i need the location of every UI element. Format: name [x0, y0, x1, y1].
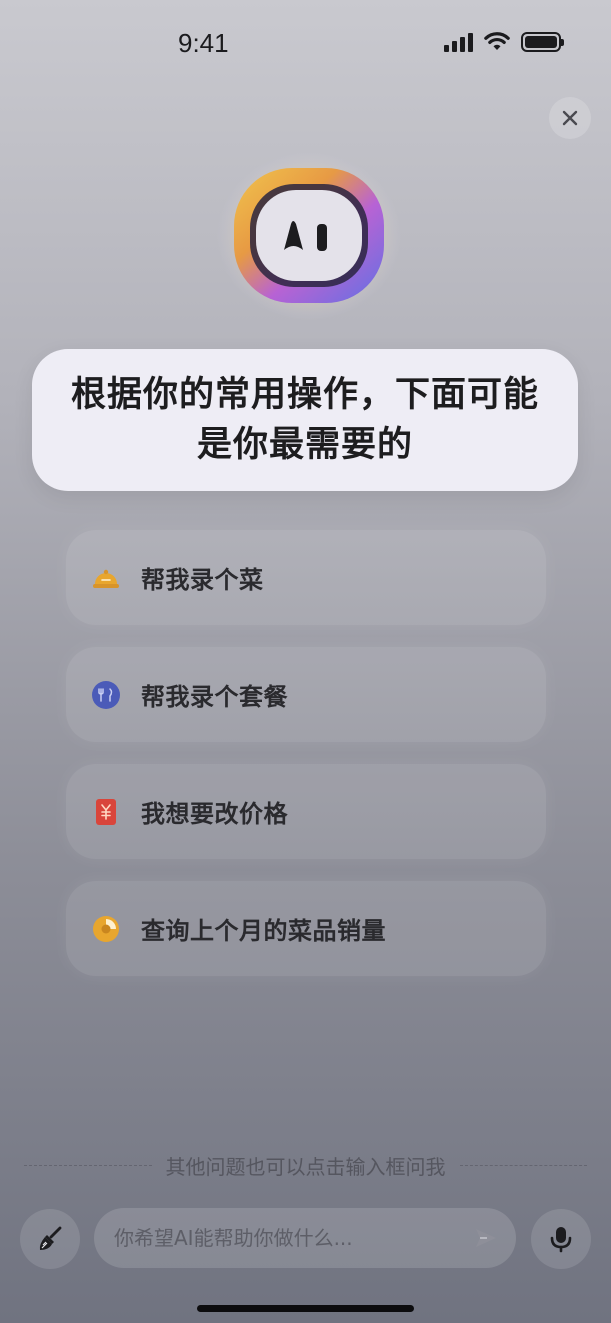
wifi-icon [484, 32, 510, 50]
voice-input-button[interactable] [531, 1209, 591, 1269]
dish-cloche-icon [91, 563, 121, 593]
assistant-message-bubble: 根据你的常用操作，下面可能 是你最需要的 [32, 349, 578, 491]
suggestion-add-combo[interactable]: 帮我录个套餐 [66, 647, 546, 742]
broom-icon [39, 1226, 62, 1250]
status-icons [444, 32, 564, 52]
microphone-icon [550, 1227, 572, 1253]
suggestion-add-dish[interactable]: 帮我录个菜 [66, 530, 546, 625]
cellular-signal-icon [444, 32, 473, 52]
ai-avatar: AI [214, 148, 404, 323]
clear-chat-button[interactable] [20, 1209, 80, 1269]
close-button[interactable] [549, 97, 591, 139]
status-bar: 9:41 [0, 0, 611, 90]
chat-input-box[interactable] [94, 1208, 516, 1268]
suggestion-query-sales[interactable]: 查询上个月的菜品销量 [66, 881, 546, 976]
message-line-1: 根据你的常用操作，下面可能 [70, 375, 539, 415]
input-hint-divider: 其他问题也可以点击输入框问我 [24, 1152, 587, 1179]
ai-logo-icon [217, 152, 401, 320]
suggestion-change-price[interactable]: 我想要改价格 [66, 764, 546, 859]
battery-icon [521, 32, 564, 52]
close-icon [562, 110, 578, 126]
send-icon [476, 1229, 496, 1247]
chat-input[interactable] [114, 1226, 472, 1250]
suggestion-label: 我想要改价格 [141, 800, 288, 828]
suggestion-label: 帮我录个菜 [141, 566, 264, 594]
divider-line [24, 1164, 152, 1166]
status-time: 9:41 [178, 28, 229, 58]
price-tag-icon [91, 797, 121, 827]
assistant-message-text: 根据你的常用操作，下面可能 是你最需要的 [71, 370, 539, 470]
suggestion-label: 查询上个月的菜品销量 [141, 917, 386, 945]
pie-chart-icon [91, 914, 121, 944]
input-hint-text: 其他问题也可以点击输入框问我 [165, 1154, 446, 1179]
home-indicator[interactable] [197, 1305, 414, 1312]
send-button[interactable] [472, 1224, 500, 1252]
divider-line [459, 1164, 587, 1166]
message-line-2: 是你最需要的 [196, 425, 413, 465]
suggestion-label: 帮我录个套餐 [141, 683, 288, 711]
combo-meal-icon [91, 680, 121, 710]
